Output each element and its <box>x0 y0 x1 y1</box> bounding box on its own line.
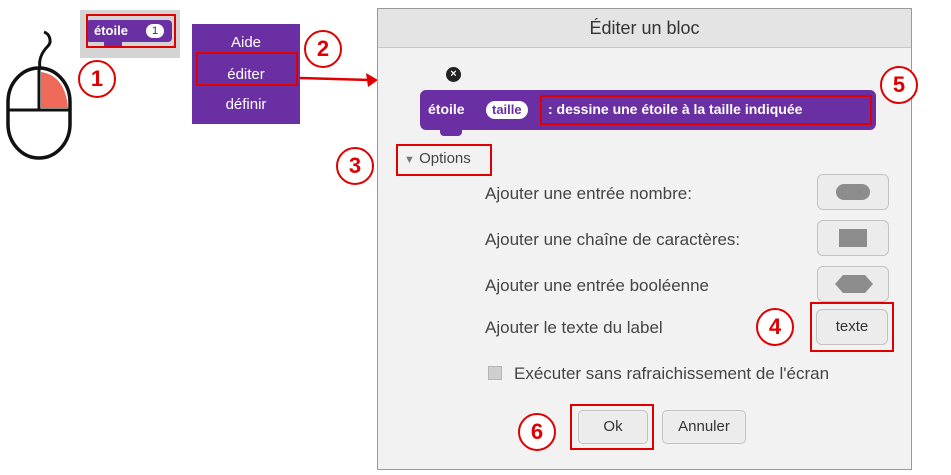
block-prototype-tab <box>440 128 462 136</box>
option-label-text-label: Ajouter le texte du label <box>485 318 663 337</box>
warp-label: Exécuter sans rafraichissement de l'écra… <box>514 364 830 383</box>
add-boolean-input-button[interactable] <box>817 266 889 302</box>
step-badge-2: 2 <box>304 30 342 68</box>
step-badge-6: 6 <box>518 413 556 451</box>
hexagon-slot-icon <box>835 275 873 293</box>
highlight-options <box>396 144 492 176</box>
step-badge-3: 3 <box>336 147 374 185</box>
menu-item-definir[interactable]: définir <box>192 90 300 120</box>
add-number-input-button[interactable] <box>817 174 889 210</box>
cancel-button[interactable]: Annuler <box>662 410 746 444</box>
highlight-text-button <box>810 302 894 352</box>
highlight-mini-block <box>86 14 176 48</box>
rectangle-slot-icon <box>839 229 867 247</box>
block-prototype-param[interactable]: taille <box>486 101 528 119</box>
highlight-ok <box>570 404 654 450</box>
dialog-title: Éditer un bloc <box>589 18 700 38</box>
block-prototype-name[interactable]: étoile <box>428 101 465 117</box>
option-number-label: Ajouter une entrée nombre: <box>485 184 692 203</box>
close-icon[interactable]: × <box>446 67 461 82</box>
mouse-icon <box>6 30 72 160</box>
arrow-right-icon <box>299 73 378 87</box>
warp-checkbox[interactable] <box>488 366 502 380</box>
add-string-input-button[interactable] <box>817 220 889 256</box>
step-badge-4: 4 <box>756 308 794 346</box>
rounded-slot-icon <box>836 184 870 200</box>
highlight-block-label <box>540 95 872 125</box>
step-badge-1: 1 <box>78 60 116 98</box>
step-badge-5: 5 <box>880 66 918 104</box>
option-boolean-label: Ajouter une entrée booléenne <box>485 276 710 295</box>
option-string-label: Ajouter une chaîne de caractères: <box>485 230 741 249</box>
highlight-menu-editer <box>196 52 298 86</box>
dialog-title-bar[interactable]: Éditer un bloc <box>378 9 911 48</box>
